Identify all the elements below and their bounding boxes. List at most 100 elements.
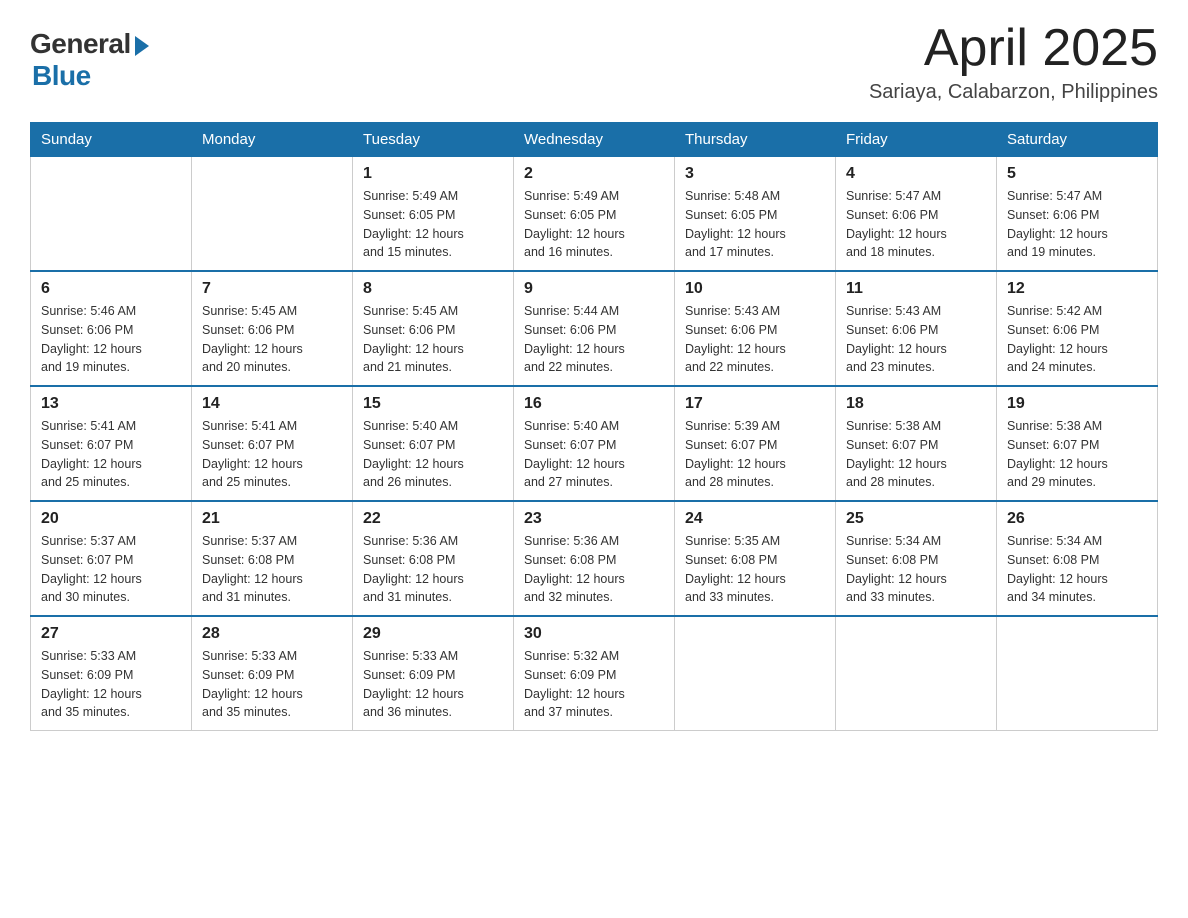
- title-block: April 2025 Sariaya, Calabarzon, Philippi…: [869, 20, 1158, 104]
- day-info: Sunrise: 5:36 AM Sunset: 6:08 PM Dayligh…: [363, 532, 503, 607]
- calendar-cell: 7 Sunrise: 5:45 AM Sunset: 6:06 PM Daylig…: [192, 271, 353, 386]
- day-info: Sunrise: 5:33 AM Sunset: 6:09 PM Dayligh…: [202, 647, 342, 722]
- calendar-cell: [675, 616, 836, 731]
- calendar-cell: 17 Sunrise: 5:39 AM Sunset: 6:07 PM Dayli…: [675, 386, 836, 501]
- day-info: Sunrise: 5:48 AM Sunset: 6:05 PM Dayligh…: [685, 187, 825, 262]
- calendar-cell: 9 Sunrise: 5:44 AM Sunset: 6:06 PM Daylig…: [514, 271, 675, 386]
- day-info: Sunrise: 5:34 AM Sunset: 6:08 PM Dayligh…: [846, 532, 986, 607]
- day-number: 18: [846, 395, 986, 413]
- day-info: Sunrise: 5:38 AM Sunset: 6:07 PM Dayligh…: [1007, 417, 1147, 492]
- weekday-header-wednesday: Wednesday: [514, 123, 675, 157]
- calendar-week-row: 13 Sunrise: 5:41 AM Sunset: 6:07 PM Dayli…: [31, 386, 1158, 501]
- weekday-header-saturday: Saturday: [997, 123, 1158, 157]
- calendar-cell: 28 Sunrise: 5:33 AM Sunset: 6:09 PM Dayli…: [192, 616, 353, 731]
- calendar-cell: 15 Sunrise: 5:40 AM Sunset: 6:07 PM Dayli…: [353, 386, 514, 501]
- day-info: Sunrise: 5:43 AM Sunset: 6:06 PM Dayligh…: [846, 302, 986, 377]
- logo-arrow-icon: [135, 36, 149, 56]
- day-info: Sunrise: 5:49 AM Sunset: 6:05 PM Dayligh…: [363, 187, 503, 262]
- weekday-header-tuesday: Tuesday: [353, 123, 514, 157]
- day-info: Sunrise: 5:33 AM Sunset: 6:09 PM Dayligh…: [363, 647, 503, 722]
- calendar-cell: 23Sunrise: 5:36 AM Sunset: 6:08 PM Dayli…: [514, 501, 675, 616]
- day-number: 14: [202, 395, 342, 413]
- calendar-cell: 19Sunrise: 5:38 AM Sunset: 6:07 PM Dayli…: [997, 386, 1158, 501]
- day-number: 24: [685, 510, 825, 528]
- logo: General Blue: [30, 28, 149, 92]
- day-info: Sunrise: 5:41 AM Sunset: 6:07 PM Dayligh…: [202, 417, 342, 492]
- calendar-cell: 5 Sunrise: 5:47 AM Sunset: 6:06 PM Daylig…: [997, 157, 1158, 272]
- day-info: Sunrise: 5:45 AM Sunset: 6:06 PM Dayligh…: [202, 302, 342, 377]
- calendar-cell: 1 Sunrise: 5:49 AM Sunset: 6:05 PM Daylig…: [353, 157, 514, 272]
- day-number: 11: [846, 280, 986, 298]
- calendar-cell: 16 Sunrise: 5:40 AM Sunset: 6:07 PM Dayli…: [514, 386, 675, 501]
- day-info: Sunrise: 5:40 AM Sunset: 6:07 PM Dayligh…: [524, 417, 664, 492]
- calendar-cell: 18 Sunrise: 5:38 AM Sunset: 6:07 PM Dayli…: [836, 386, 997, 501]
- day-info: Sunrise: 5:45 AM Sunset: 6:06 PM Dayligh…: [363, 302, 503, 377]
- calendar-cell: 29 Sunrise: 5:33 AM Sunset: 6:09 PM Dayli…: [353, 616, 514, 731]
- calendar-cell: 26Sunrise: 5:34 AM Sunset: 6:08 PM Dayli…: [997, 501, 1158, 616]
- day-number: 9: [524, 280, 664, 298]
- day-info: Sunrise: 5:43 AM Sunset: 6:06 PM Dayligh…: [685, 302, 825, 377]
- calendar-cell: 6Sunrise: 5:46 AM Sunset: 6:06 PM Daylig…: [31, 271, 192, 386]
- day-info: Sunrise: 5:39 AM Sunset: 6:07 PM Dayligh…: [685, 417, 825, 492]
- day-number: 30: [524, 625, 664, 643]
- calendar-cell: 3 Sunrise: 5:48 AM Sunset: 6:05 PM Daylig…: [675, 157, 836, 272]
- weekday-header-thursday: Thursday: [675, 123, 836, 157]
- day-number: 15: [363, 395, 503, 413]
- location-subtitle: Sariaya, Calabarzon, Philippines: [869, 81, 1158, 104]
- calendar-cell: 30 Sunrise: 5:32 AM Sunset: 6:09 PM Dayli…: [514, 616, 675, 731]
- day-number: 16: [524, 395, 664, 413]
- calendar-cell: 21Sunrise: 5:37 AM Sunset: 6:08 PM Dayli…: [192, 501, 353, 616]
- day-number: 25: [846, 510, 986, 528]
- calendar-cell: [192, 157, 353, 272]
- day-number: 6: [41, 280, 181, 298]
- day-number: 29: [363, 625, 503, 643]
- calendar-cell: 13Sunrise: 5:41 AM Sunset: 6:07 PM Dayli…: [31, 386, 192, 501]
- day-number: 5: [1007, 165, 1147, 183]
- day-info: Sunrise: 5:47 AM Sunset: 6:06 PM Dayligh…: [846, 187, 986, 262]
- weekday-header-row: SundayMondayTuesdayWednesdayThursdayFrid…: [31, 123, 1158, 157]
- day-info: Sunrise: 5:44 AM Sunset: 6:06 PM Dayligh…: [524, 302, 664, 377]
- day-number: 10: [685, 280, 825, 298]
- logo-general-text: General: [30, 28, 131, 60]
- day-number: 21: [202, 510, 342, 528]
- day-number: 28: [202, 625, 342, 643]
- weekday-header-friday: Friday: [836, 123, 997, 157]
- day-info: Sunrise: 5:49 AM Sunset: 6:05 PM Dayligh…: [524, 187, 664, 262]
- calendar-cell: 25 Sunrise: 5:34 AM Sunset: 6:08 PM Dayli…: [836, 501, 997, 616]
- calendar-week-row: 1 Sunrise: 5:49 AM Sunset: 6:05 PM Daylig…: [31, 157, 1158, 272]
- weekday-header-monday: Monday: [192, 123, 353, 157]
- day-info: Sunrise: 5:47 AM Sunset: 6:06 PM Dayligh…: [1007, 187, 1147, 262]
- calendar-cell: 4 Sunrise: 5:47 AM Sunset: 6:06 PM Daylig…: [836, 157, 997, 272]
- calendar-cell: [836, 616, 997, 731]
- day-info: Sunrise: 5:36 AM Sunset: 6:08 PM Dayligh…: [524, 532, 664, 607]
- calendar-cell: 2 Sunrise: 5:49 AM Sunset: 6:05 PM Daylig…: [514, 157, 675, 272]
- calendar-cell: 11 Sunrise: 5:43 AM Sunset: 6:06 PM Dayli…: [836, 271, 997, 386]
- day-number: 7: [202, 280, 342, 298]
- day-info: Sunrise: 5:34 AM Sunset: 6:08 PM Dayligh…: [1007, 532, 1147, 607]
- calendar-cell: [31, 157, 192, 272]
- day-number: 3: [685, 165, 825, 183]
- calendar-week-row: 6Sunrise: 5:46 AM Sunset: 6:06 PM Daylig…: [31, 271, 1158, 386]
- calendar-cell: 12Sunrise: 5:42 AM Sunset: 6:06 PM Dayli…: [997, 271, 1158, 386]
- weekday-header-sunday: Sunday: [31, 123, 192, 157]
- calendar-table: SundayMondayTuesdayWednesdayThursdayFrid…: [30, 122, 1158, 731]
- day-number: 13: [41, 395, 181, 413]
- day-number: 17: [685, 395, 825, 413]
- day-info: Sunrise: 5:40 AM Sunset: 6:07 PM Dayligh…: [363, 417, 503, 492]
- day-info: Sunrise: 5:33 AM Sunset: 6:09 PM Dayligh…: [41, 647, 181, 722]
- day-info: Sunrise: 5:37 AM Sunset: 6:07 PM Dayligh…: [41, 532, 181, 607]
- calendar-cell: 20 Sunrise: 5:37 AM Sunset: 6:07 PM Dayli…: [31, 501, 192, 616]
- calendar-cell: 22Sunrise: 5:36 AM Sunset: 6:08 PM Dayli…: [353, 501, 514, 616]
- calendar-week-row: 20 Sunrise: 5:37 AM Sunset: 6:07 PM Dayli…: [31, 501, 1158, 616]
- day-number: 1: [363, 165, 503, 183]
- calendar-cell: 10 Sunrise: 5:43 AM Sunset: 6:06 PM Dayli…: [675, 271, 836, 386]
- day-number: 4: [846, 165, 986, 183]
- page-header: General Blue April 2025 Sariaya, Calabar…: [30, 20, 1158, 104]
- day-info: Sunrise: 5:38 AM Sunset: 6:07 PM Dayligh…: [846, 417, 986, 492]
- day-number: 20: [41, 510, 181, 528]
- page-title: April 2025: [869, 20, 1158, 77]
- calendar-cell: 24Sunrise: 5:35 AM Sunset: 6:08 PM Dayli…: [675, 501, 836, 616]
- day-number: 2: [524, 165, 664, 183]
- day-info: Sunrise: 5:32 AM Sunset: 6:09 PM Dayligh…: [524, 647, 664, 722]
- logo-blue-text: Blue: [32, 60, 91, 92]
